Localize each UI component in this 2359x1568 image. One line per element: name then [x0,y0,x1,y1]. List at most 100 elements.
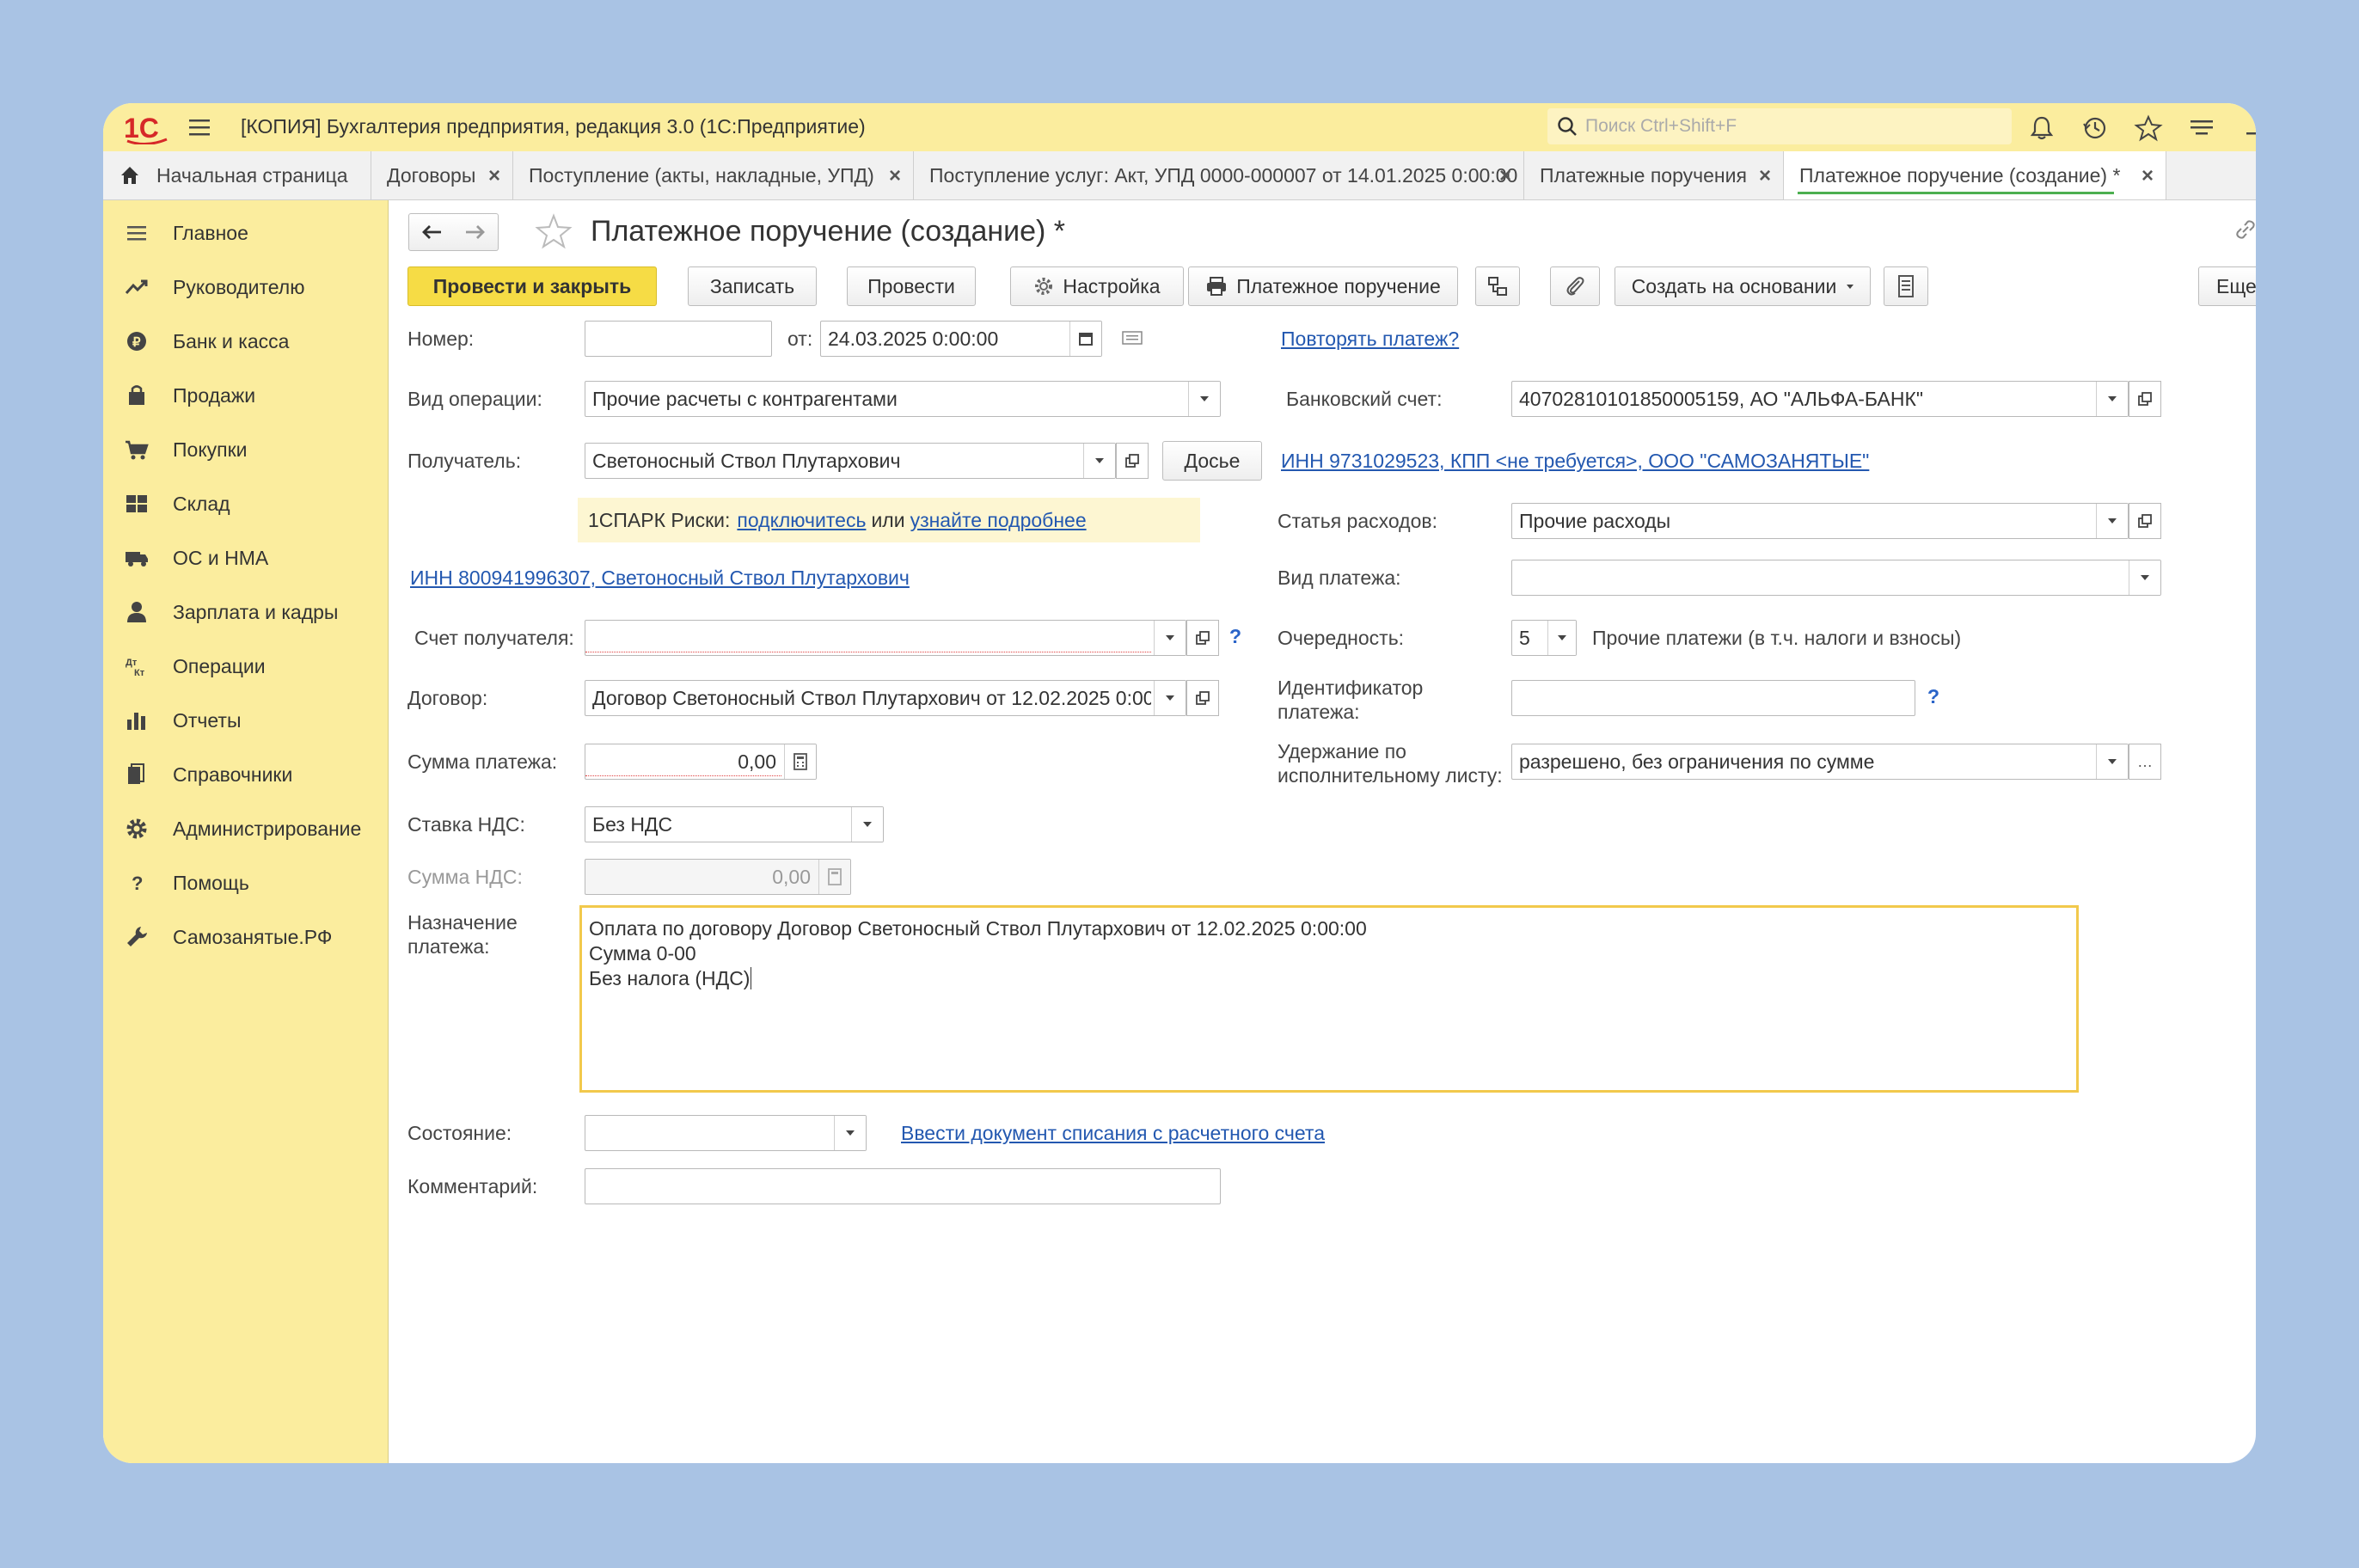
post-and-close-button[interactable]: Провести и закрыть [407,266,657,306]
dropdown-button[interactable] [1083,444,1115,478]
number-field[interactable] [585,321,772,357]
vat-rate-select[interactable]: Без НДС [585,806,884,842]
write-off-document-link[interactable]: Ввести документ списания с расчетного сч… [901,1122,1325,1145]
withholding-more-button[interactable]: … [2129,744,2161,780]
priority-select[interactable]: 5 [1511,620,1577,656]
calculator-button[interactable] [784,744,816,779]
hamburger-menu-icon[interactable] [187,115,211,139]
sidebar-item-main[interactable]: Главное [103,209,388,257]
sidebar-item-warehouse[interactable]: Склад [103,480,388,528]
spark-connect-link[interactable]: подключитесь [737,509,866,532]
save-button[interactable]: Записать [688,266,817,306]
favorite-star-icon[interactable] [535,213,573,249]
structure-button[interactable] [1475,266,1520,306]
back-button[interactable] [408,213,455,251]
repeat-payment-link[interactable]: Повторять платеж? [1281,328,1459,351]
tab-contracts[interactable]: Договоры × [371,151,513,199]
required-field-marker [585,775,781,776]
print-payment-order-button[interactable]: Платежное поручение [1188,266,1458,306]
sidebar-item-label: Покупки [173,438,248,461]
tab-payment-orders[interactable]: Платежные поручения × [1524,151,1784,199]
sidebar-item-salary[interactable]: Зарплата и кадры [103,588,388,636]
open-bank-account-button[interactable] [2129,381,2161,417]
payment-id-field[interactable] [1511,680,1915,716]
sidebar-item-label: Руководителю [173,275,305,298]
attach-button[interactable] [1550,266,1600,306]
payment-purpose-textarea[interactable]: Оплата по договору Договор Светоносный С… [579,905,2079,1093]
payment-amount-field[interactable]: 0,00 [585,744,817,780]
settings-menu-icon[interactable] [2187,113,2216,143]
dropdown-button[interactable] [2096,504,2128,538]
vat-amount-label: Сумма НДС: [407,866,523,888]
sidebar-item-admin[interactable]: Администрирование [103,805,388,853]
sidebar-item-operations[interactable]: Дт Кт Операции [103,642,388,690]
link-icon[interactable] [2233,217,2256,242]
contract-select[interactable]: Договор Светоносный Ствол Плутархович от… [585,680,1186,716]
settings-button[interactable]: Настройка [1010,266,1184,306]
spark-more-link[interactable]: узнайте подробнее [910,509,1087,532]
tab-home[interactable]: Начальная страница [103,151,371,199]
payment-kind-select[interactable] [1511,560,2161,596]
dropdown-button[interactable] [1154,621,1186,655]
dropdown-button[interactable] [2096,744,2128,779]
dropdown-button[interactable] [1188,382,1220,416]
sidebar-item-references[interactable]: Справочники [103,750,388,799]
paperclip-icon [1566,277,1584,296]
tab-payment-order-new[interactable]: Платежное поручение (создание) * × [1784,151,2166,199]
bank-account-select[interactable]: 40702810101850005159, АО "АЛЬФА-БАНК" [1511,381,2129,417]
sidebar-item-manager[interactable]: Руководителю [103,263,388,311]
payment-id-help-icon[interactable]: ? [1927,685,1939,708]
post-button[interactable]: Провести [847,266,976,306]
sidebar-item-reports[interactable]: Отчеты [103,696,388,744]
tab-service-receipt[interactable]: Поступление услуг: Акт, УПД 0000-000007 … [914,151,1524,199]
close-icon[interactable]: × [889,164,901,188]
more-button[interactable]: Еще [2198,266,2256,306]
organization-inn-link[interactable]: ИНН 9731029523, КПП <не требуется>, ООО … [1281,450,1869,473]
dropdown-button[interactable] [834,1116,866,1150]
number-history-icon[interactable] [1121,328,1143,347]
sidebar-item-label: Администрирование [173,817,362,840]
dropdown-button[interactable] [1154,681,1186,715]
sidebar-item-bank[interactable]: ₽ Банк и касса [103,317,388,365]
withholding-select[interactable]: разрешено, без ограничения по сумме [1511,744,2129,780]
search-input[interactable] [1584,115,2000,138]
calendar-button[interactable] [1069,322,1101,356]
purpose-label-line2: платежа: [407,935,490,958]
state-select[interactable] [585,1115,867,1151]
open-contract-button[interactable] [1186,680,1219,716]
report-button[interactable] [1884,266,1928,306]
open-recipient-account-button[interactable] [1186,620,1219,656]
sidebar-item-help[interactable]: ? Помощь [103,859,388,907]
create-based-on-button[interactable]: Создать на основании [1615,266,1871,306]
recipient-select[interactable]: Светоносный Ствол Плутархович [585,443,1116,479]
dropdown-button[interactable] [851,807,883,842]
forward-button[interactable] [453,213,499,251]
close-icon[interactable]: × [1759,164,1771,188]
recipient-account-select[interactable] [585,620,1186,656]
sidebar-item-sales[interactable]: Продажи [103,371,388,420]
dropdown-button[interactable] [2096,382,2128,416]
minimize-icon[interactable] [2239,113,2256,143]
open-expense-item-button[interactable] [2129,503,2161,539]
operation-type-select[interactable]: Прочие расчеты с контрагентами [585,381,1221,417]
history-icon[interactable] [2080,113,2110,143]
dossier-button[interactable]: Досье [1162,441,1262,481]
sidebar-item-assets[interactable]: ОС и НМА [103,534,388,582]
close-icon[interactable]: × [488,164,500,188]
recipient-account-help-icon[interactable]: ? [1229,625,1241,648]
sidebar-item-selfemployed[interactable]: Самозанятые.РФ [103,913,388,961]
dropdown-button[interactable] [2129,560,2160,595]
recipient-inn-link[interactable]: ИНН 800941996307, Светоносный Ствол Плут… [410,567,910,590]
sidebar-item-purchases[interactable]: Покупки [103,426,388,474]
bell-icon[interactable] [2027,113,2056,143]
open-recipient-button[interactable] [1116,443,1149,479]
star-icon[interactable] [2134,113,2163,143]
expense-item-select[interactable]: Прочие расходы [1511,503,2129,539]
dropdown-button[interactable] [1547,621,1576,655]
global-search[interactable] [1547,108,2012,144]
comment-field[interactable] [585,1168,1221,1204]
close-icon[interactable]: × [1499,164,1511,188]
tab-receipts[interactable]: Поступление (акты, накладные, УПД) × [513,151,914,199]
close-icon[interactable]: × [2141,164,2154,188]
date-field[interactable]: 24.03.2025 0:00:00 [820,321,1102,357]
